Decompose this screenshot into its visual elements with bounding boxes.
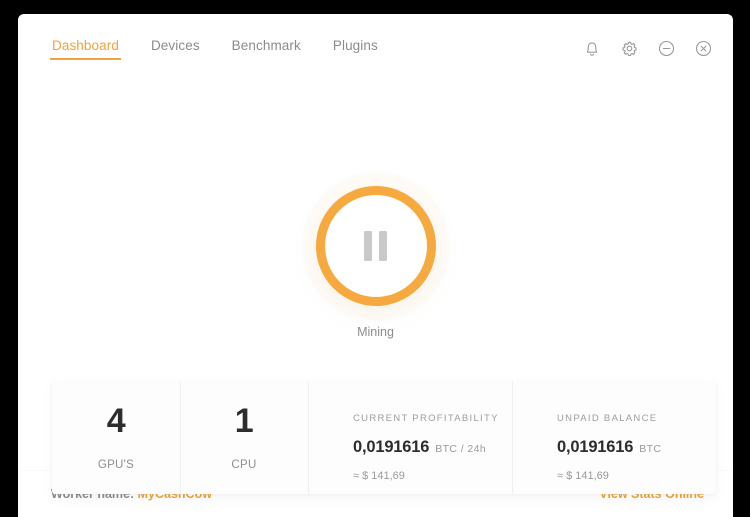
stat-card-unpaid-balance: UNPAID BALANCE 0,0191616 BTC ≈ $ 141,69	[512, 381, 716, 494]
tab-devices[interactable]: Devices	[149, 35, 202, 62]
profitability-main: 0,0191616 BTC / 24h	[353, 438, 512, 457]
cpu-count-value: 1	[234, 402, 254, 440]
unpaid-balance-fiat: ≈ $ 141,69	[557, 470, 609, 482]
unpaid-balance-main: 0,0191616 BTC	[557, 438, 716, 457]
main-content: Mining 4 GPU'S 1 CPU CURRENT PROFITABILI…	[18, 82, 733, 494]
header: Dashboard Devices Benchmark Plugins	[18, 14, 733, 82]
unpaid-balance-amount: 0,0191616	[557, 438, 634, 456]
mining-state-label: Mining	[357, 325, 394, 339]
close-icon[interactable]	[693, 38, 713, 58]
unpaid-balance-title: UNPAID BALANCE	[557, 413, 658, 424]
profitability-amount: 0,0191616	[353, 438, 430, 456]
nav-tabs: Dashboard Devices Benchmark Plugins	[50, 35, 380, 62]
mining-status-block: Mining	[18, 186, 733, 339]
tab-benchmark-label: Benchmark	[231, 37, 301, 53]
notifications-icon[interactable]	[582, 38, 602, 58]
app-window: Dashboard Devices Benchmark Plugins Mini…	[18, 14, 733, 517]
stats-row: 4 GPU'S 1 CPU CURRENT PROFITABILITY 0,01…	[52, 381, 716, 494]
tab-dashboard[interactable]: Dashboard	[50, 35, 121, 62]
tab-plugins-label: Plugins	[332, 37, 378, 53]
cpu-count-label: CPU	[231, 459, 257, 471]
pause-icon	[364, 231, 387, 261]
tab-dashboard-label: Dashboard	[52, 37, 119, 53]
gpu-count-label: GPU'S	[97, 459, 135, 471]
stat-card-gpu: 4 GPU'S	[52, 381, 180, 494]
tab-devices-label: Devices	[150, 37, 200, 53]
stat-card-cpu: 1 CPU	[180, 381, 308, 494]
tab-plugins[interactable]: Plugins	[331, 35, 380, 62]
stat-card-profitability: CURRENT PROFITABILITY 0,0191616 BTC / 24…	[308, 381, 512, 494]
minimize-icon[interactable]	[656, 38, 676, 58]
gpu-count-value: 4	[106, 402, 126, 440]
profitability-title: CURRENT PROFITABILITY	[353, 413, 499, 424]
tab-benchmark[interactable]: Benchmark	[230, 35, 303, 62]
mining-toggle-button[interactable]	[315, 186, 436, 306]
window-controls	[582, 38, 713, 58]
unpaid-balance-unit: BTC	[639, 443, 662, 455]
profitability-fiat: ≈ $ 141,69	[353, 470, 405, 482]
settings-icon[interactable]	[619, 38, 639, 58]
profitability-unit: BTC / 24h	[435, 443, 487, 455]
